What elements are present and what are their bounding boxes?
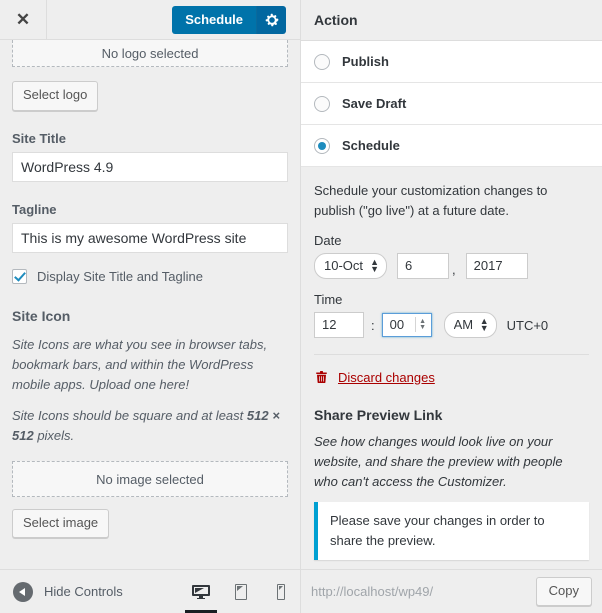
site-icon-description-2: Site Icons should be square and at least… xyxy=(12,406,288,446)
action-title: Action xyxy=(314,12,358,28)
share-preview-description: See how changes would look live on your … xyxy=(314,432,589,492)
mobile-preview-button[interactable] xyxy=(261,570,301,613)
customizer-header: ✕ Schedule xyxy=(0,0,300,40)
tablet-icon xyxy=(231,582,251,602)
save-draft-radio[interactable] xyxy=(314,96,330,112)
close-x-icon: ✕ xyxy=(16,11,30,28)
site-icon-desc2-pre: Site Icons should be square and at least xyxy=(12,408,247,423)
customizer-footer: Hide Controls xyxy=(0,569,301,613)
mobile-icon xyxy=(271,582,291,602)
action-option-save-draft[interactable]: Save Draft xyxy=(301,83,602,125)
action-option-publish[interactable]: Publish xyxy=(301,41,602,83)
minute-value: 00 xyxy=(390,317,416,332)
date-row: 10-Oct ▲▼ , xyxy=(314,253,589,279)
display-title-tagline-label: Display Site Title and Tagline xyxy=(37,269,203,284)
select-logo-button[interactable]: Select logo xyxy=(12,81,98,111)
display-title-tagline-checkbox[interactable] xyxy=(12,269,27,284)
hide-controls-button[interactable]: Hide Controls xyxy=(0,582,181,602)
share-preview-section: Share Preview Link See how changes would… xyxy=(301,407,602,560)
device-preview-group xyxy=(181,570,301,613)
schedule-save-button[interactable]: Schedule xyxy=(172,6,256,34)
trash-icon xyxy=(314,369,329,385)
copy-url-button[interactable]: Copy xyxy=(536,577,592,607)
site-title-input[interactable] xyxy=(12,152,288,182)
site-icon-placeholder: No image selected xyxy=(12,461,288,497)
schedule-label: Schedule xyxy=(342,138,400,153)
preview-url-bar: http://localhost/wp49/ Copy xyxy=(301,569,602,613)
ampm-select[interactable]: AM xyxy=(444,312,497,338)
action-option-schedule[interactable]: Schedule xyxy=(301,125,602,167)
site-icon-desc2-post: pixels. xyxy=(34,428,74,443)
time-row: : 00 ▲▼ AM ▲▼ UTC+0 xyxy=(314,312,589,338)
date-comma: , xyxy=(452,262,456,279)
timezone-label: UTC+0 xyxy=(507,318,549,333)
site-title-label: Site Title xyxy=(12,131,288,146)
share-preview-notice: Please save your changes in order to sha… xyxy=(314,502,589,560)
month-select[interactable]: 10-Oct xyxy=(314,253,387,279)
publish-radio[interactable] xyxy=(314,54,330,70)
gear-icon xyxy=(265,13,279,27)
ampm-select-wrap: AM ▲▼ xyxy=(444,312,497,338)
action-section-header: Action xyxy=(301,0,602,41)
publish-settings-gear-button[interactable] xyxy=(256,6,286,34)
site-icon-description-1: Site Icons are what you see in browser t… xyxy=(12,335,288,395)
publish-label: Publish xyxy=(342,54,389,69)
desktop-icon xyxy=(191,582,211,602)
close-customizer-button[interactable]: ✕ xyxy=(0,0,47,39)
schedule-radio[interactable] xyxy=(314,138,330,154)
date-label: Date xyxy=(314,233,589,248)
minute-input[interactable]: 00 ▲▼ xyxy=(382,313,432,337)
desktop-preview-button[interactable] xyxy=(181,570,221,613)
collapse-left-icon xyxy=(13,582,33,602)
select-image-button[interactable]: Select image xyxy=(12,509,109,539)
customizer-controls-panel: ✕ Schedule No logo selected Select logo … xyxy=(0,0,301,613)
schedule-settings: Schedule your customization changes to p… xyxy=(301,167,602,355)
controls-scroll-area[interactable]: No logo selected Select logo Site Title … xyxy=(0,40,300,569)
day-input[interactable] xyxy=(397,253,449,279)
display-title-tagline-row[interactable]: Display Site Title and Tagline xyxy=(12,269,288,284)
time-colon: : xyxy=(371,318,375,333)
tagline-label: Tagline xyxy=(12,202,288,217)
minute-spinner-icon[interactable]: ▲▼ xyxy=(418,319,428,331)
discard-changes-button[interactable]: Discard changes xyxy=(301,355,602,385)
customizer-window: ✕ Schedule No logo selected Select logo … xyxy=(0,0,602,613)
hour-input[interactable] xyxy=(314,312,364,338)
save-draft-label: Save Draft xyxy=(342,96,406,111)
month-select-wrap: 10-Oct ▲▼ xyxy=(314,253,387,279)
site-icon-heading: Site Icon xyxy=(12,308,288,324)
year-input[interactable] xyxy=(466,253,528,279)
share-preview-heading: Share Preview Link xyxy=(314,407,589,423)
discard-changes-label: Discard changes xyxy=(338,370,435,385)
publish-settings-panel: Action Publish Save Draft Schedule Sched… xyxy=(301,0,602,613)
tablet-preview-button[interactable] xyxy=(221,570,261,613)
tagline-input[interactable] xyxy=(12,223,288,253)
save-button-group: Schedule xyxy=(172,6,286,34)
logo-placeholder: No logo selected xyxy=(12,40,288,67)
schedule-description: Schedule your customization changes to p… xyxy=(314,181,589,220)
hide-controls-label: Hide Controls xyxy=(44,584,123,599)
preview-url-text[interactable]: http://localhost/wp49/ xyxy=(311,584,536,599)
time-label: Time xyxy=(314,292,589,307)
